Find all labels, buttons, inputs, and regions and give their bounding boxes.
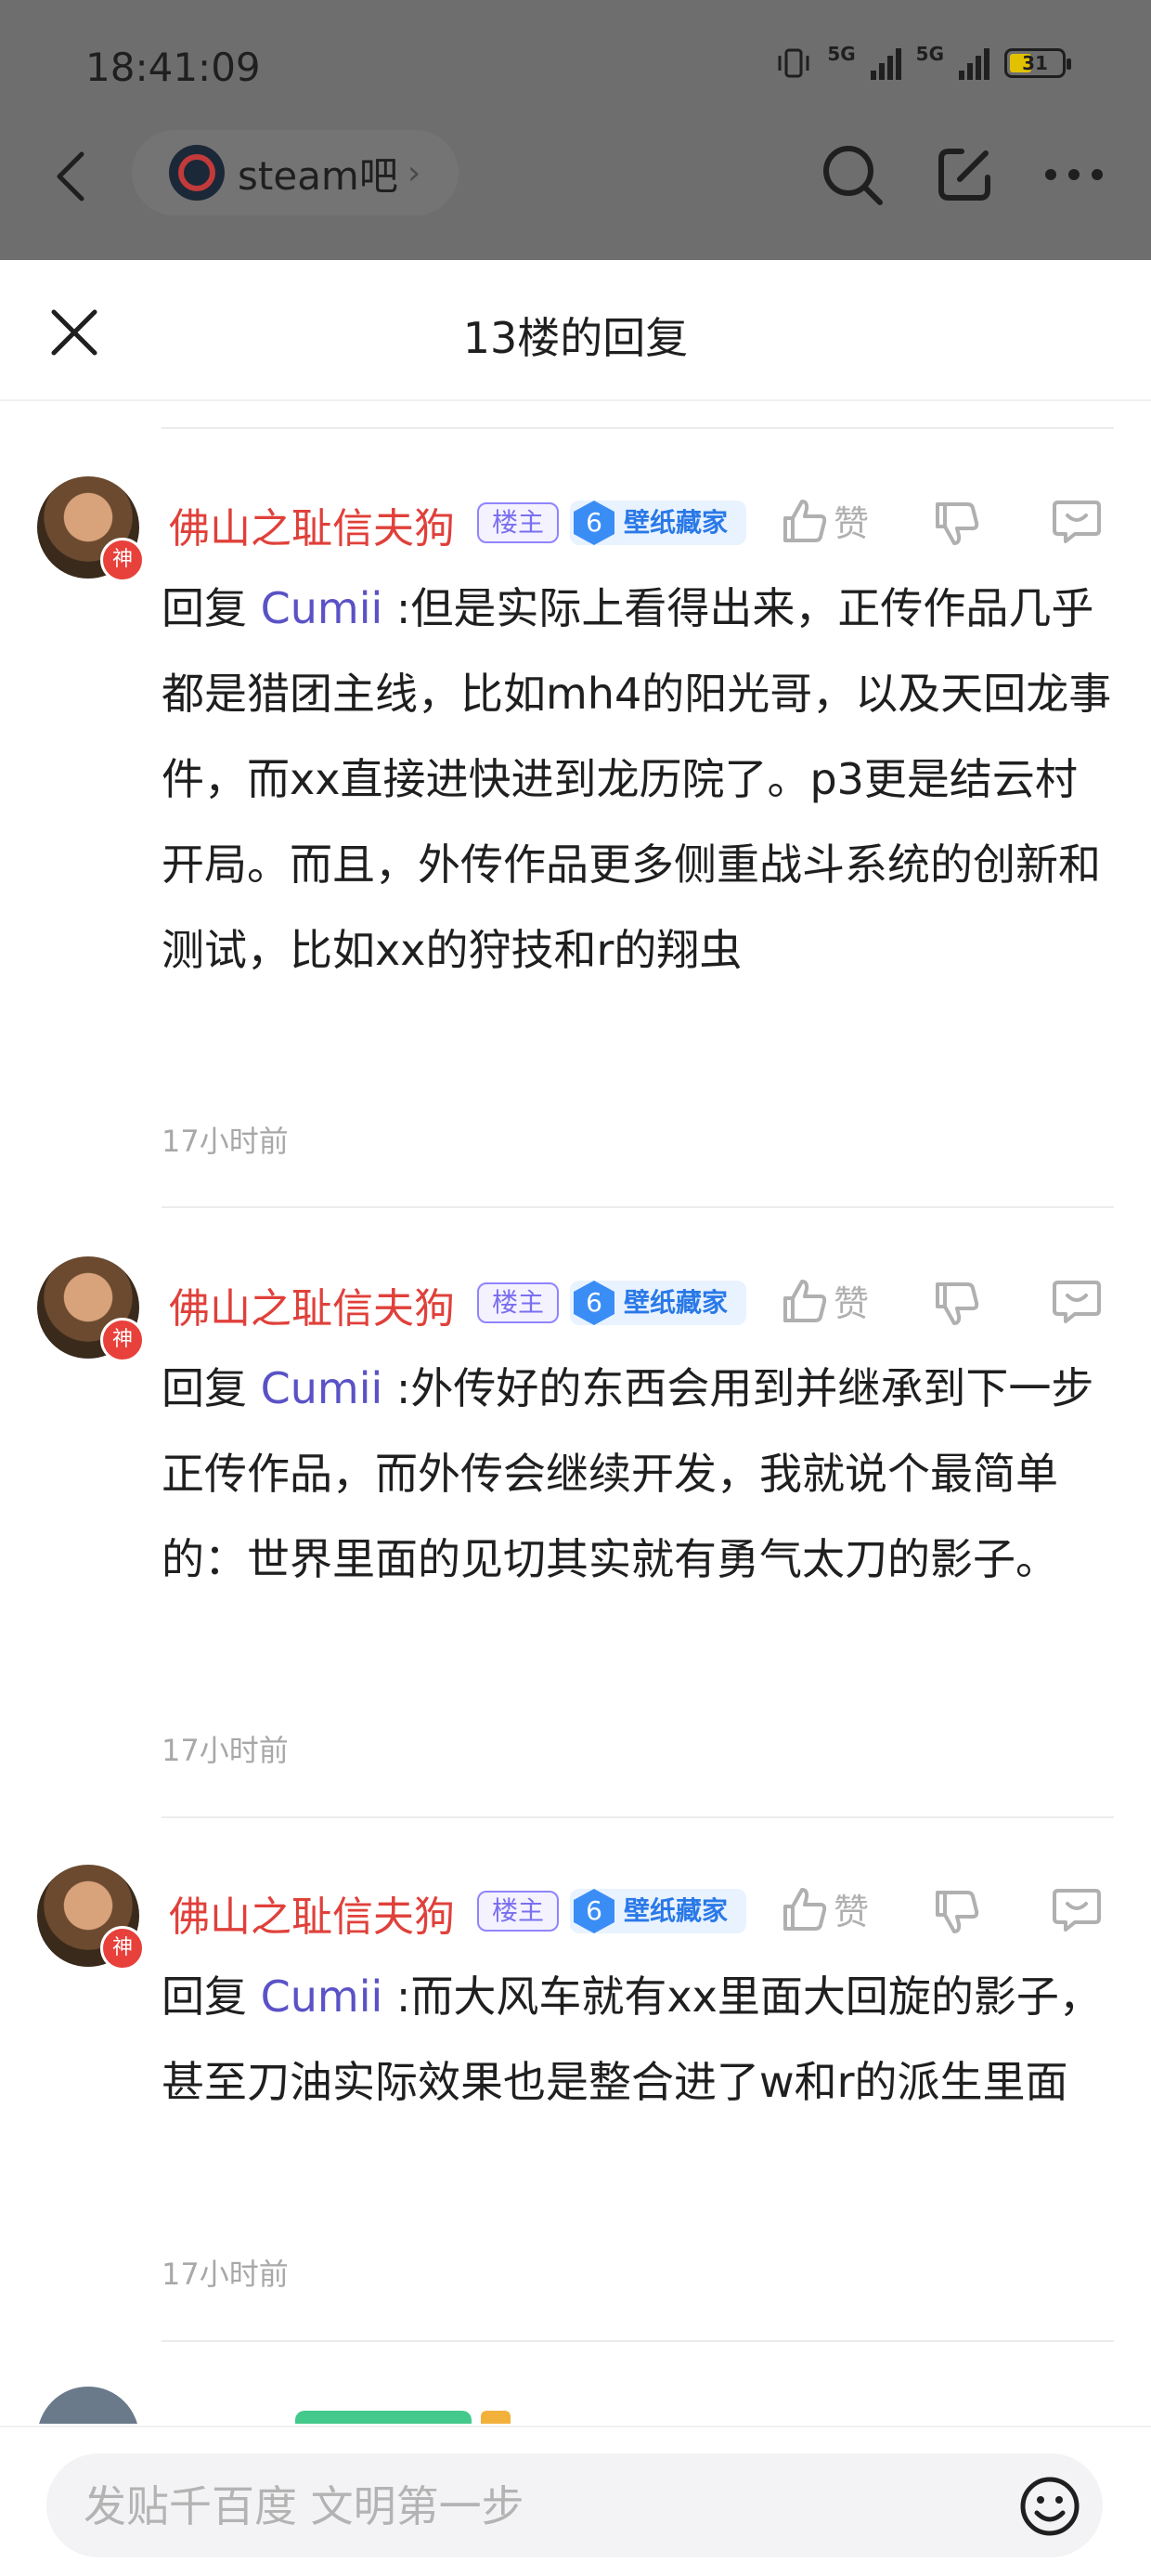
reply-button[interactable]: [1051, 497, 1103, 551]
level-title: 壁纸藏家: [624, 1895, 729, 1926]
dimmed-background: 18:41:09 5G 5G 31 steam吧 ›: [0, 0, 1151, 260]
thumbs-up-icon: [783, 1887, 827, 1931]
like-label: 赞: [834, 1283, 870, 1324]
search-icon[interactable]: [819, 141, 886, 208]
status-time: 18:41:09: [85, 45, 261, 90]
badge-icon: [481, 2411, 511, 2424]
like-button[interactable]: 赞: [780, 1883, 869, 1934]
thumbs-down-icon: [936, 502, 979, 545]
sheet-title: 13楼的回复: [462, 313, 689, 363]
divider: [162, 1206, 1114, 1208]
edit-icon[interactable]: [934, 144, 995, 205]
status-bar: 18:41:09 5G 5G 31: [0, 0, 1151, 139]
reply-text: 回复 Cumii :但是实际上看得出来，正传作品几乎都是猎团主线，比如mh4的阳…: [162, 583, 1112, 975]
battery-icon: 31: [1004, 48, 1071, 78]
thumbs-up-icon: [783, 1279, 827, 1322]
username[interactable]: 佛山之耻信夫狗: [169, 1275, 455, 1334]
vibrate-icon: [778, 48, 809, 78]
owner-badge: 楼主: [477, 1891, 559, 1932]
emoji-icon[interactable]: [1019, 2476, 1080, 2537]
reply-button[interactable]: [1051, 1885, 1103, 1939]
reply-item-partial: [0, 2387, 1151, 2424]
reply-text: 回复 Cumii :而大风车就有xx里面大回旋的影子，甚至刀油实际效果也是整合进…: [162, 1971, 1102, 2107]
mention-link[interactable]: Cumii: [261, 1971, 383, 2022]
forum-link[interactable]: steam吧 ›: [132, 130, 459, 215]
mention-link[interactable]: Cumii: [261, 583, 383, 633]
thumbs-up-icon: [783, 499, 827, 542]
level-badge: 6 壁纸藏家: [570, 1281, 746, 1325]
comment-icon: [1053, 501, 1101, 543]
divider: [162, 1816, 1114, 1818]
reply-button[interactable]: [1051, 1277, 1103, 1331]
level-number: 6: [574, 501, 614, 545]
sheet-header: 13楼的回复: [0, 260, 1151, 401]
composer-bar: [0, 2426, 1151, 2576]
thumbs-down-icon: [936, 1282, 979, 1325]
back-button[interactable]: [52, 149, 89, 208]
comment-icon: [1053, 1281, 1101, 1323]
level-number: 6: [574, 1281, 614, 1325]
reply-input[interactable]: [82, 2453, 976, 2559]
level-badge: 6 壁纸藏家: [570, 501, 746, 545]
signal-icon: [870, 46, 901, 80]
level-title: 壁纸藏家: [624, 507, 729, 538]
level-badge: 6 壁纸藏家: [570, 1889, 746, 1933]
like-button[interactable]: 赞: [780, 1275, 869, 1326]
username[interactable]: 佛山之耻信夫狗: [169, 495, 455, 554]
owner-badge: 楼主: [477, 502, 559, 543]
comment-icon: [1053, 1889, 1101, 1932]
network-type-1: 5G: [827, 43, 856, 65]
nav-actions: [819, 141, 1105, 208]
network-type-2: 5G: [915, 43, 944, 65]
forum-name: steam吧: [238, 152, 398, 199]
back-arrow-icon: [57, 151, 84, 202]
username[interactable]: 佛山之耻信夫狗: [169, 1883, 455, 1943]
thumbs-down-icon: [936, 1891, 979, 1933]
battery-level: 31: [1022, 52, 1048, 74]
mention-link[interactable]: Cumii: [261, 1363, 383, 1413]
steam-logo-icon: [169, 145, 225, 201]
signal-icon-2: [959, 46, 989, 80]
timestamp: 17小时前: [162, 2257, 289, 2292]
dislike-button[interactable]: [932, 499, 982, 553]
timestamp: 17小时前: [162, 1733, 289, 1768]
reply-text: 回复 Cumii :外传好的东西会用到并继承到下一步正传作品，而外传会继续开发，…: [162, 1363, 1094, 1584]
level-title: 壁纸藏家: [624, 1287, 729, 1318]
avatar-badge: 神: [100, 1926, 145, 1971]
avatar[interactable]: [37, 2387, 139, 2424]
like-label: 赞: [834, 1892, 870, 1932]
status-icons: 5G 5G 31: [775, 43, 1071, 80]
level-badge: [295, 2411, 472, 2424]
like-button[interactable]: 赞: [780, 495, 869, 546]
reply-sheet: 13楼的回复 神 佛山之耻信夫狗 楼主 6 壁纸藏家 赞 回复 Cumii:但…: [0, 260, 1151, 2574]
divider: [162, 427, 1114, 429]
composer-pill: [46, 2453, 1103, 2559]
nav-bar: steam吧 ›: [0, 130, 1151, 223]
more-icon[interactable]: [1043, 165, 1105, 184]
divider: [162, 2340, 1114, 2342]
timestamp: 17小时前: [162, 1124, 289, 1159]
like-label: 赞: [834, 503, 870, 544]
avatar-badge: 神: [100, 1318, 145, 1362]
dislike-button[interactable]: [932, 1887, 982, 1941]
owner-badge: 楼主: [477, 1282, 559, 1323]
avatar-badge: 神: [100, 538, 145, 582]
dislike-button[interactable]: [932, 1279, 982, 1333]
chevron-right-icon: ›: [407, 153, 421, 192]
level-number: 6: [574, 1889, 614, 1933]
